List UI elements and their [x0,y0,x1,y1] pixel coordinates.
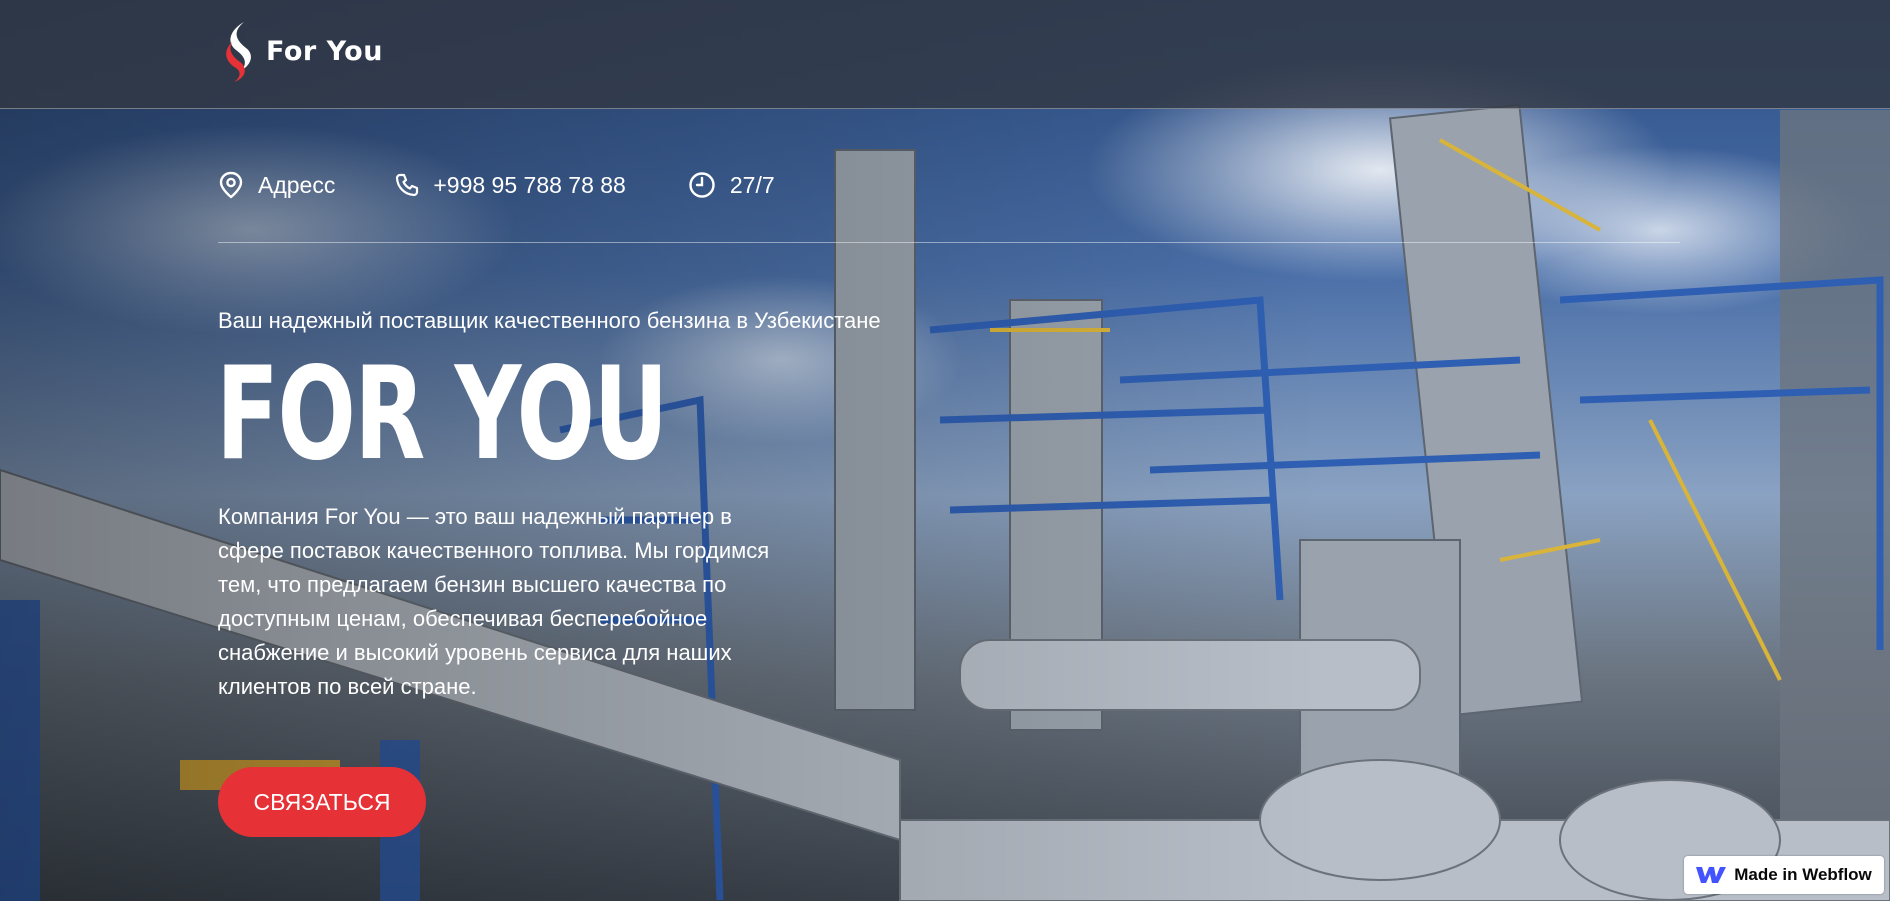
flame-logo-icon [226,22,251,82]
brand-home-link[interactable]: For You [218,20,383,82]
contact-address-label: Адресс [258,171,336,198]
hero-tagline: Ваш надежный поставщик качественного бен… [218,308,881,333]
contact-us-button[interactable]: СВЯЗАТЬСЯ [218,767,426,837]
contact-hours-label: 27/7 [729,171,775,198]
contact-phone-label: +998 95 788 78 88 [433,171,626,198]
location-pin-icon [219,171,243,199]
brand-name: For You [266,35,383,67]
hero-description: Компания For You — это ваш надежный парт… [218,504,770,699]
phone-icon [396,173,419,197]
made-in-webflow-badge[interactable]: Made in Webflow [1684,856,1884,894]
top-navbar: For You [0,0,1890,109]
contact-phone[interactable]: +998 95 788 78 88 [395,172,626,199]
divider [218,242,1680,243]
webflow-icon [1696,867,1727,883]
hero-title: FOR YOU [216,340,668,489]
contact-hours: 27/7 [688,171,775,199]
clock-icon [689,172,715,198]
contact-address[interactable]: Адресс [218,171,335,199]
contact-strip: Адресс +998 95 788 78 88 27/7 [218,171,835,199]
webflow-badge-label: Made in Webflow [1734,865,1872,884]
